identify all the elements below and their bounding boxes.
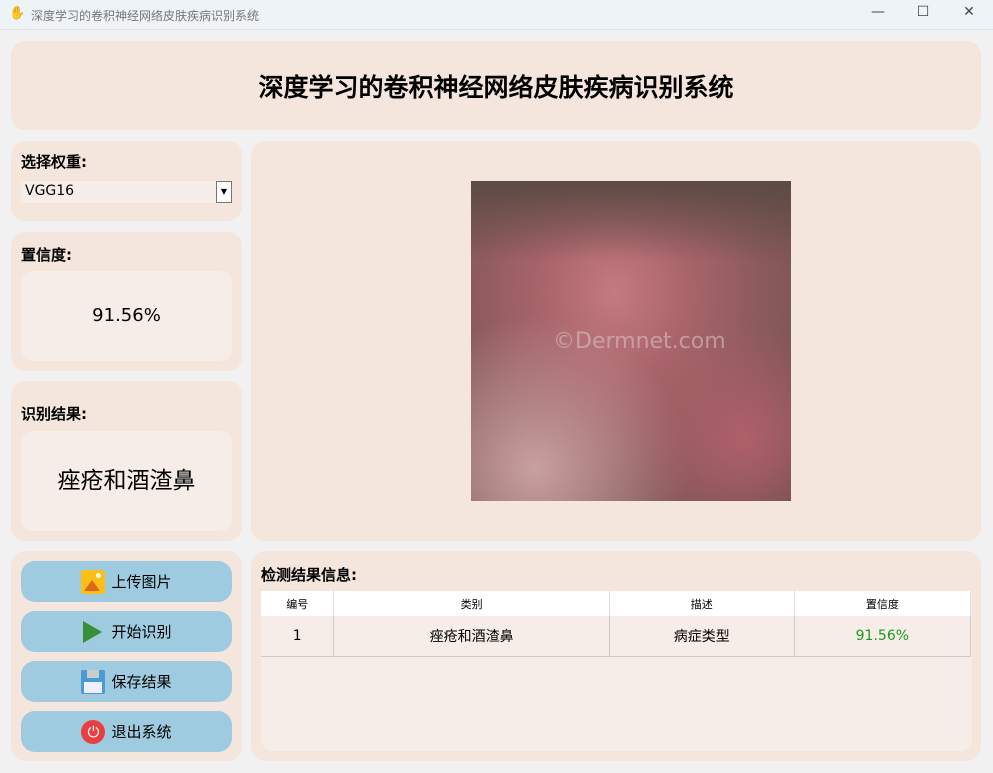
maximize-button[interactable]: ☐ (900, 4, 946, 26)
header-desc[interactable]: 描述 (609, 591, 795, 616)
header-panel: 深度学习的卷积神经网络皮肤疾病识别系统 (11, 41, 981, 130)
result-label: 识别结果: (21, 405, 87, 423)
results-table: 编号 类别 描述 置信度 1 痤疮和酒渣鼻 病症类型 91.56% (261, 591, 972, 751)
minimize-button[interactable]: — (855, 4, 901, 26)
start-label: 开始识别 (111, 623, 172, 641)
weights-panel: 选择权重: VGG16 ▼ (11, 141, 242, 221)
header-conf[interactable]: 置信度 (794, 591, 972, 616)
confidence-label: 置信度: (21, 246, 72, 264)
weights-selected: VGG16 (25, 183, 75, 199)
confidence-value: 91.56% (21, 271, 232, 361)
power-icon: ⏻ (81, 719, 106, 744)
cell-conf: 91.56% (794, 616, 972, 657)
cell-category: 痤疮和酒渣鼻 (333, 616, 610, 657)
image-panel: ©Dermnet.com (251, 141, 981, 541)
weights-select[interactable]: VGG16 ▼ (21, 181, 232, 203)
upload-label: 上传图片 (111, 573, 172, 591)
close-button[interactable]: ✕ (946, 4, 992, 26)
table-header: 编号 类别 描述 置信度 (261, 591, 972, 616)
title-bar: ✋ 深度学习的卷积神经网络皮肤疾病识别系统 — ☐ ✕ (0, 0, 993, 30)
results-title: 检测结果信息: (261, 566, 357, 584)
actions-panel: 上传图片 开始识别 保存结果 ⏻ 退出系统 (11, 551, 242, 761)
save-label: 保存结果 (111, 673, 172, 691)
exit-label: 退出系统 (111, 723, 172, 741)
cell-desc: 病症类型 (609, 616, 795, 657)
start-button[interactable]: 开始识别 (21, 611, 232, 652)
skin-image: ©Dermnet.com (471, 181, 791, 501)
window-title: 深度学习的卷积神经网络皮肤疾病识别系统 (31, 9, 260, 23)
app-hand-icon: ✋ (9, 6, 26, 21)
floppy-disk-icon (81, 669, 106, 694)
upload-button[interactable]: 上传图片 (21, 561, 232, 602)
result-value: 痤疮和酒渣鼻 (21, 431, 232, 531)
save-button[interactable]: 保存结果 (21, 661, 232, 702)
header-category[interactable]: 类别 (333, 591, 610, 616)
table-row[interactable]: 1 痤疮和酒渣鼻 病症类型 91.56% (261, 616, 972, 657)
result-panel: 识别结果: 痤疮和酒渣鼻 (11, 381, 242, 541)
results-panel: 检测结果信息: 编号 类别 描述 置信度 1 痤疮和酒渣鼻 病症类型 91.56… (251, 551, 981, 761)
page-title: 深度学习的卷积神经网络皮肤疾病识别系统 (258, 73, 734, 102)
confidence-panel: 置信度: 91.56% (11, 232, 242, 371)
header-id[interactable]: 编号 (261, 591, 335, 616)
play-icon (81, 620, 105, 644)
exit-button[interactable]: ⏻ 退出系统 (21, 711, 232, 752)
chevron-down-icon[interactable]: ▼ (216, 181, 232, 203)
image-watermark: ©Dermnet.com (553, 329, 726, 354)
cell-id: 1 (261, 616, 335, 657)
weights-label: 选择权重: (21, 153, 87, 171)
image-icon (81, 569, 106, 594)
